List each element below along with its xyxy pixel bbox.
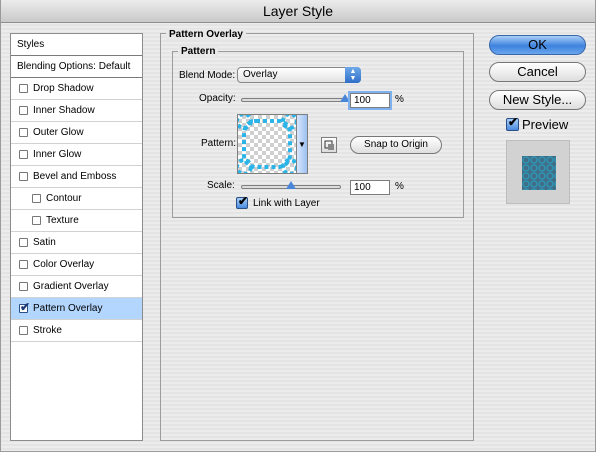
checkbox[interactable] <box>19 282 28 291</box>
window-title: Layer Style <box>1 0 595 23</box>
checkmark-icon: ✔ <box>20 300 31 314</box>
styles-header[interactable]: Styles <box>11 34 142 56</box>
blending-options[interactable]: Blending Options: Default <box>11 56 142 78</box>
sidebar-item-label: Outer Glow <box>33 127 84 138</box>
pattern-preview-icon <box>238 115 296 173</box>
sidebar-item-label: Color Overlay <box>33 259 95 270</box>
link-with-layer-checkbox[interactable]: ✔ <box>236 194 249 209</box>
checkbox[interactable] <box>32 194 41 203</box>
new-preset-icon <box>324 140 334 150</box>
new-preset-button[interactable] <box>321 137 337 153</box>
checkbox[interactable] <box>32 216 41 225</box>
checkbox[interactable] <box>19 84 28 93</box>
sidebar-item-label: Satin <box>33 237 56 248</box>
sidebar-item-label: Inner Shadow <box>33 105 95 116</box>
opacity-unit: % <box>395 94 404 105</box>
checkbox[interactable] <box>19 172 28 181</box>
checkbox[interactable] <box>19 106 28 115</box>
sidebar-item-label: Texture <box>46 215 79 226</box>
preview-checkbox[interactable]: ✔ <box>506 115 519 131</box>
checkbox-checked[interactable]: ✔ <box>19 300 31 314</box>
checkmark-icon: ✔ <box>238 194 249 208</box>
layer-style-dialog: Layer Style Styles Blending Options: Def… <box>0 0 596 452</box>
checkbox[interactable] <box>19 326 28 335</box>
scale-label: Scale: <box>207 180 235 191</box>
opacity-label: Opacity: <box>199 93 236 104</box>
sidebar-item-inner-shadow[interactable]: Inner Shadow <box>11 100 142 122</box>
sidebar-item-label: Drop Shadow <box>33 83 94 94</box>
blending-options-label: Blending Options: Default <box>17 61 131 72</box>
checkbox[interactable] <box>19 260 28 269</box>
sidebar-item-drop-shadow[interactable]: Drop Shadow <box>11 78 142 100</box>
sidebar-item-label: Contour <box>46 193 82 204</box>
scale-input[interactable]: 100 <box>350 180 390 195</box>
opacity-input[interactable]: 100 <box>348 91 392 110</box>
scale-slider-thumb[interactable] <box>286 181 296 189</box>
blend-mode-value: Overlay <box>243 69 278 80</box>
sidebar-item-color-overlay[interactable]: Color Overlay <box>11 254 142 276</box>
new-style-button[interactable]: New Style... <box>489 90 586 110</box>
sidebar-item-label: Inner Glow <box>33 149 82 160</box>
pattern-swatch[interactable] <box>237 114 297 174</box>
scale-unit: % <box>395 181 404 192</box>
sidebar-item-satin[interactable]: Satin <box>11 232 142 254</box>
sidebar-item-label: Gradient Overlay <box>33 281 109 292</box>
sidebar-item-outer-glow[interactable]: Outer Glow <box>11 122 142 144</box>
styles-list: Styles Blending Options: Default Drop Sh… <box>10 33 143 441</box>
up-down-arrows-icon: ▲ ▼ <box>345 67 361 83</box>
sidebar-item-label: Pattern Overlay <box>33 303 103 314</box>
sidebar-item-gradient-overlay[interactable]: Gradient Overlay <box>11 276 142 298</box>
checkbox[interactable] <box>19 128 28 137</box>
sidebar-item-texture[interactable]: Texture <box>11 210 142 232</box>
opacity-slider-thumb[interactable] <box>340 94 350 102</box>
sidebar-item-bevel-emboss[interactable]: Bevel and Emboss <box>11 166 142 188</box>
pattern-label: Pattern: <box>201 138 237 149</box>
sidebar-item-stroke[interactable]: Stroke <box>11 320 142 342</box>
checkbox[interactable] <box>19 150 28 159</box>
sidebar-item-label: Stroke <box>33 325 62 336</box>
styles-header-label: Styles <box>17 39 45 50</box>
sidebar-item-contour[interactable]: Contour <box>11 188 142 210</box>
preview-label: Preview <box>522 117 569 132</box>
sidebar-item-inner-glow[interactable]: Inner Glow <box>11 144 142 166</box>
cancel-button[interactable]: Cancel <box>489 62 586 82</box>
sidebar-item-label: Bevel and Emboss <box>33 171 117 182</box>
checkbox[interactable] <box>19 238 28 247</box>
preview-swatch <box>522 156 556 190</box>
panel-title: Pattern Overlay <box>166 29 246 40</box>
checkmark-icon: ✔ <box>508 115 519 129</box>
ok-button[interactable]: OK <box>489 35 586 55</box>
link-with-layer-label: Link with Layer <box>253 198 320 209</box>
snap-to-origin-button[interactable]: Snap to Origin <box>350 136 442 154</box>
style-preview-thumbnail <box>506 140 570 204</box>
opacity-slider-track[interactable] <box>241 98 345 102</box>
triangle-down-icon[interactable]: ▼ <box>297 114 308 174</box>
blend-mode-select[interactable]: Overlay ▲ ▼ <box>237 67 361 83</box>
group-title: Pattern <box>178 46 219 57</box>
sidebar-item-pattern-overlay[interactable]: ✔ Pattern Overlay <box>11 298 142 320</box>
blend-mode-label: Blend Mode: <box>179 70 236 81</box>
